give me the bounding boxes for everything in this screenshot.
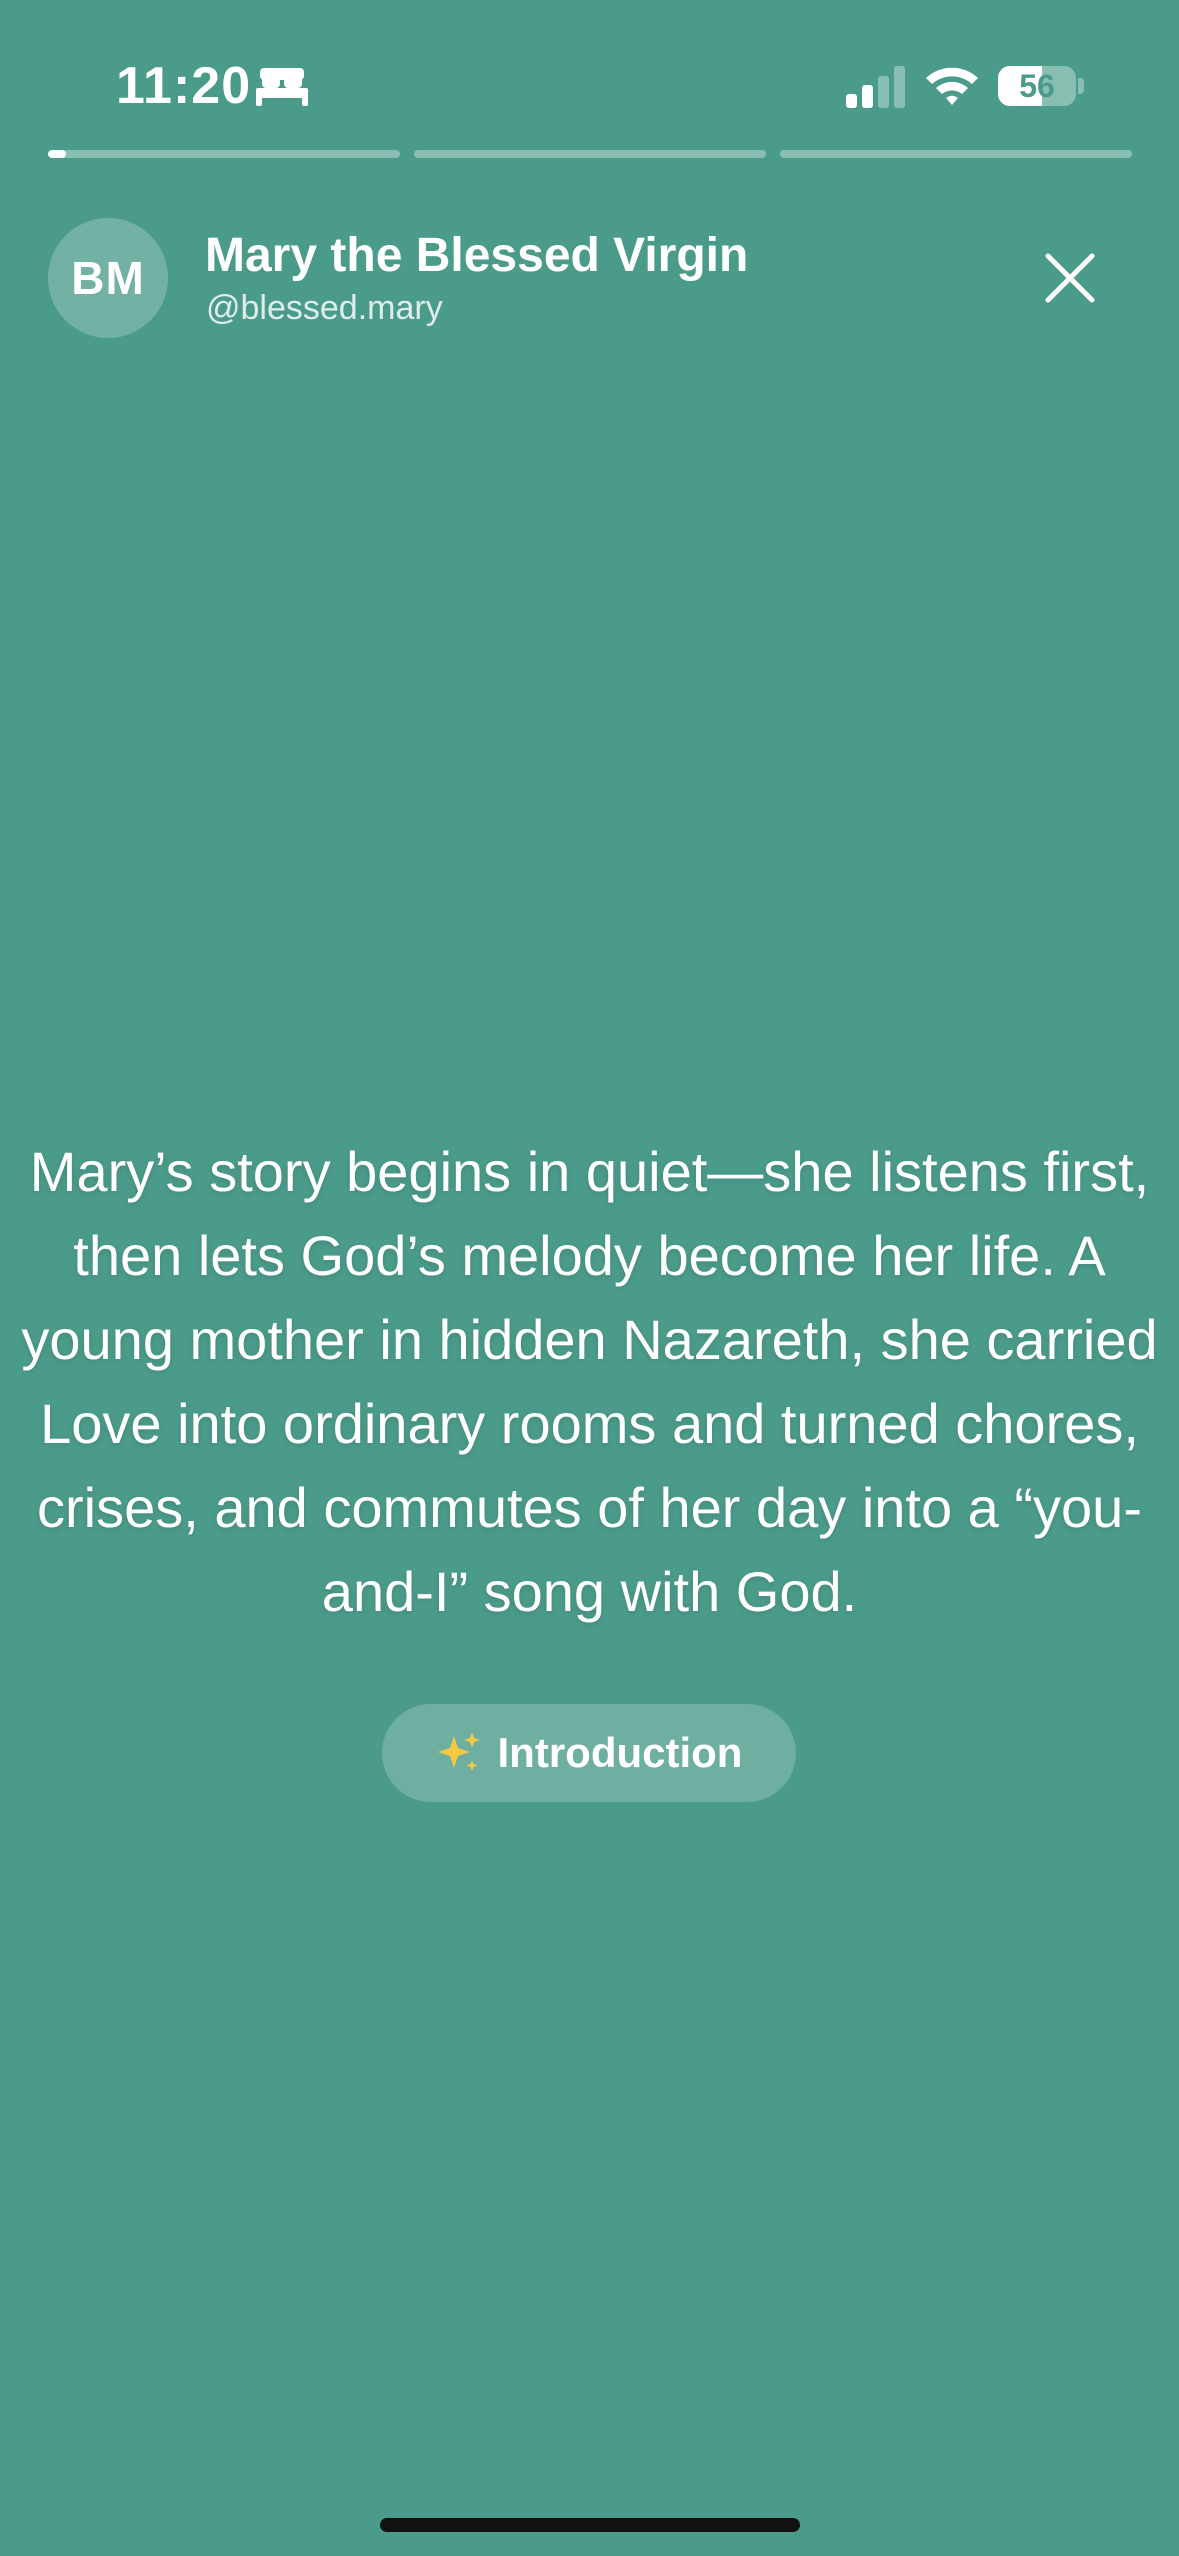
story-body-text: Mary’s story begins in quiet—she listens… [21, 1140, 1158, 1623]
wifi-icon [926, 67, 978, 105]
story-progress-bar [48, 150, 1132, 158]
sparkles-icon [437, 1732, 480, 1771]
battery-cap [1078, 78, 1084, 94]
bed-icon [256, 68, 308, 106]
status-bar: 11:20 56 [0, 0, 1179, 140]
profile-handle[interactable]: @blessed.mary [206, 288, 443, 328]
battery-indicator: 56 [998, 66, 1076, 106]
introduction-button[interactable]: Introduction [382, 1704, 796, 1802]
battery-level: 56 [1019, 68, 1055, 104]
cellular-signal-icon [846, 66, 905, 108]
story-progress-fill [48, 150, 66, 158]
close-icon[interactable] [1038, 246, 1102, 310]
avatar[interactable]: BM [48, 218, 168, 338]
status-time: 11:20 [116, 57, 252, 115]
story-progress-segment [780, 150, 1132, 158]
story-header: BM Mary the Blessed Virgin @blessed.mary [48, 218, 1132, 342]
story-progress-segment [414, 150, 766, 158]
story-progress-segment [48, 150, 400, 158]
introduction-label: Introduction [497, 1729, 743, 1776]
home-indicator[interactable] [380, 2518, 800, 2532]
profile-name[interactable]: Mary the Blessed Virgin [205, 228, 748, 284]
